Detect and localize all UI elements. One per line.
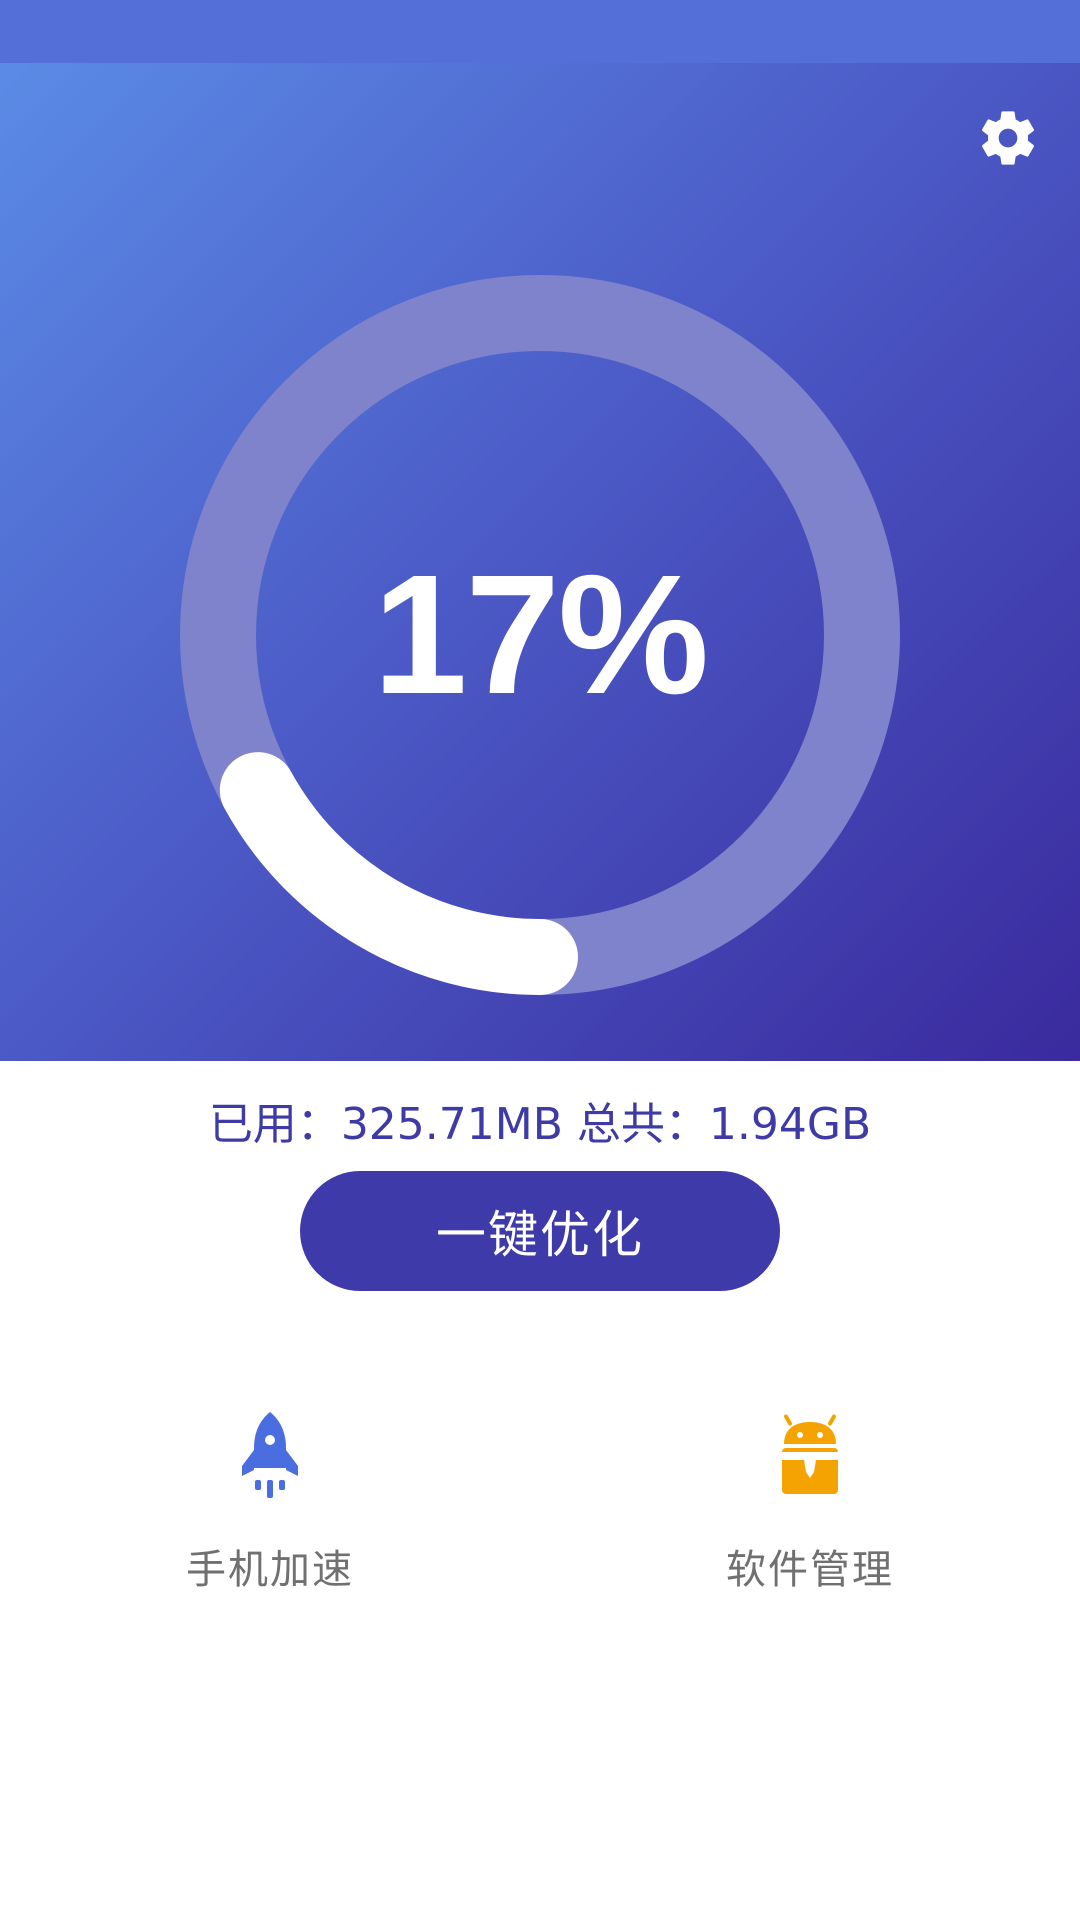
memory-hero-panel: 17% (0, 63, 1080, 1061)
gear-icon (982, 111, 1034, 165)
total-value: 1.94GB (708, 1099, 872, 1150)
total-label: 总共： (576, 1099, 709, 1150)
rocket-icon (230, 1410, 310, 1500)
app-manager-entry[interactable]: 软件管理 (630, 1410, 990, 1650)
used-value: 325.71MB (340, 1099, 563, 1150)
memory-usage-gauge: 17% (178, 273, 902, 997)
one-click-optimize-button[interactable]: 一键优化 (300, 1171, 780, 1291)
memory-summary: 已用：325.71MB 总共：1.94GB (0, 1095, 1080, 1155)
phone-boost-entry[interactable]: 手机加速 (90, 1410, 450, 1650)
app-manager-label: 软件管理 (726, 1547, 894, 1593)
status-bar (0, 0, 1080, 63)
memory-usage-percent: 17% (372, 540, 709, 730)
phone-boost-label: 手机加速 (186, 1547, 354, 1593)
android-box-icon (770, 1410, 850, 1500)
settings-button[interactable] (976, 106, 1040, 170)
used-label: 已用： (208, 1099, 341, 1150)
